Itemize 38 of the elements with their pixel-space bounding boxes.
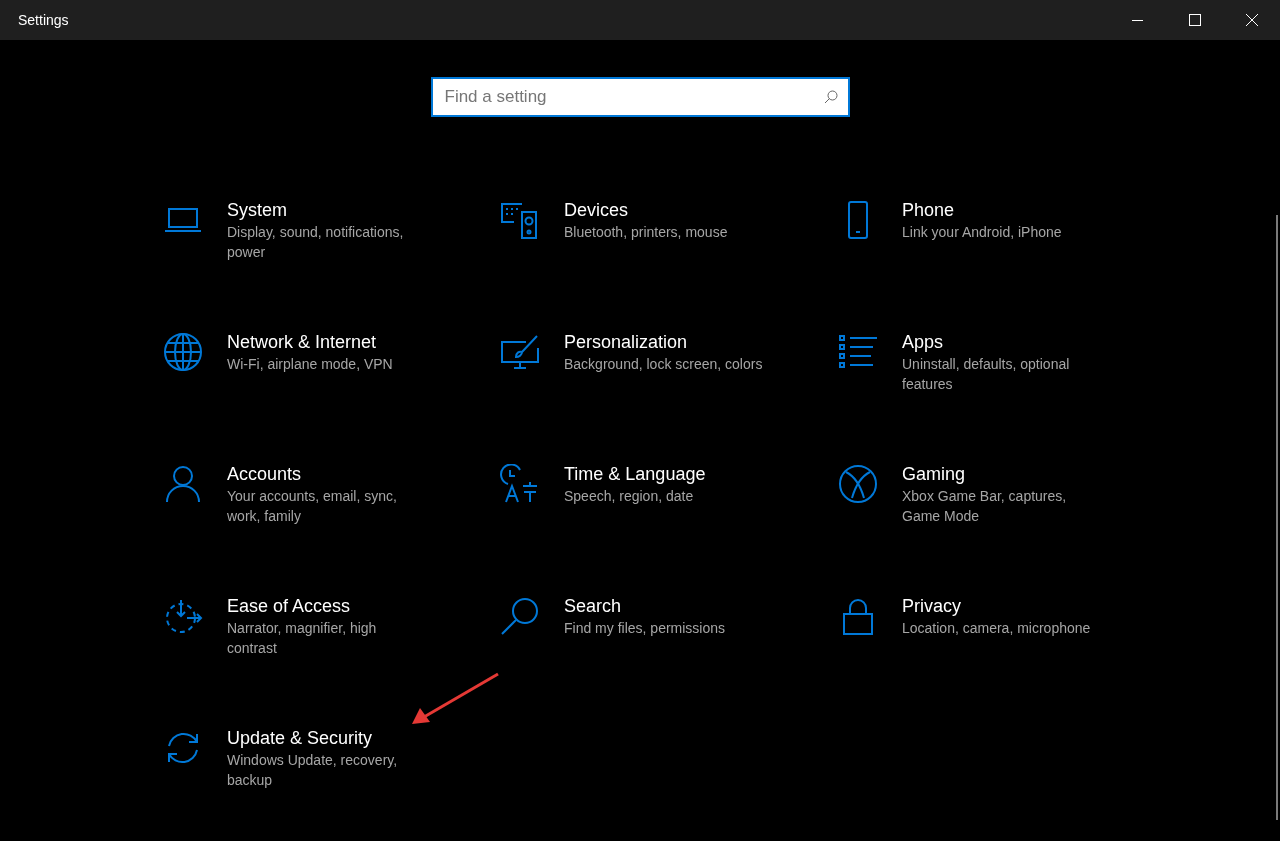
person-icon	[163, 464, 203, 504]
category-title[interactable]: Privacy	[902, 594, 1102, 618]
category-description: Link your Android, iPhone	[902, 223, 1063, 242]
category-title[interactable]: Devices	[564, 198, 764, 222]
category-title[interactable]: Gaming	[902, 462, 1102, 486]
search-icon	[500, 596, 540, 636]
window-title: Settings	[17, 10, 70, 30]
category-description: Wi-Fi, airplane mode, VPN	[227, 355, 394, 374]
category-title[interactable]: Apps	[902, 330, 1102, 354]
category-title[interactable]: Accounts	[227, 462, 427, 486]
category-description: Windows Update, recovery, backup	[227, 751, 399, 790]
category-title[interactable]: Update & Security	[227, 726, 427, 750]
category-description: Your accounts, email, sync, work, family	[227, 487, 398, 526]
category-title[interactable]: Phone	[902, 198, 1102, 222]
category-description: Bluetooth, printers, mouse	[564, 223, 729, 242]
category-title[interactable]: Network & Internet	[227, 330, 427, 354]
search-icon	[823, 90, 838, 104]
clock-language-icon	[500, 464, 540, 504]
category-description: Background, lock screen, colors	[564, 355, 764, 374]
category-description: Location, camera, microphone	[902, 619, 1092, 638]
xbox-icon	[838, 464, 878, 504]
category-description: Find my files, permissions	[564, 619, 727, 638]
category-description: Display, sound, notifications, power	[227, 223, 405, 262]
category-title[interactable]: Time & Language	[564, 462, 764, 486]
category-description: Speech, region, date	[564, 487, 695, 506]
category-title[interactable]: System	[227, 198, 427, 222]
category-description: Xbox Game Bar, captures, Game Mode	[902, 487, 1068, 526]
scrollbar[interactable]	[1276, 215, 1278, 820]
category-title[interactable]: Ease of Access	[227, 594, 427, 618]
category-title[interactable]: Personalization	[564, 330, 764, 354]
keyboard-speaker-icon	[500, 200, 540, 240]
close-icon	[1245, 14, 1258, 26]
globe-icon	[163, 332, 203, 372]
category-description: Narrator, magnifier, high contrast	[227, 619, 378, 658]
maximize-icon	[1188, 14, 1201, 26]
category-title[interactable]: Search	[564, 594, 764, 618]
search-field[interactable]: Find a setting	[430, 77, 850, 117]
category-description: Uninstall, defaults, optional features	[902, 355, 1071, 394]
